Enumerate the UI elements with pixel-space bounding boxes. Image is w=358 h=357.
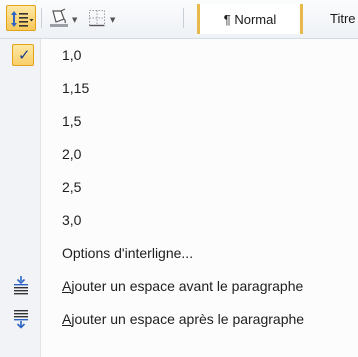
menu-item-label: Ajouter un espace après le paragraphe	[62, 311, 304, 327]
line-spacing-icon	[11, 11, 34, 27]
menu-item-label: 3,0	[62, 212, 82, 228]
menu-item-label-rest: jouter un espace après le paragraphe	[71, 311, 305, 327]
menu-item-add-space-before[interactable]: Ajouter un espace avant le paragraphe	[0, 272, 358, 300]
paint-bucket-icon	[50, 8, 68, 27]
accelerator-key: A	[62, 278, 72, 294]
menu-item-spacing-2-5[interactable]: 2,5	[0, 173, 358, 201]
toolbar-separator	[183, 8, 184, 28]
chevron-down-icon: ▼	[72, 16, 78, 24]
shading-button[interactable]: ▼	[46, 6, 82, 30]
menu-item-label: 1,5	[62, 113, 82, 129]
toolbar-separator	[41, 8, 42, 28]
space-before-icon	[14, 276, 28, 295]
menu-item-add-space-after[interactable]: Ajouter un espace après le paragraphe	[0, 305, 358, 333]
style-normal-label: ¶ Normal	[223, 11, 277, 27]
space-after-icon	[14, 310, 28, 329]
accelerator-key: A	[62, 311, 72, 327]
line-spacing-button[interactable]	[6, 5, 36, 31]
menu-item-label: Ajouter un espace avant le paragraphe	[62, 278, 303, 294]
menu-item-spacing-1-0[interactable]: ✓ 1,0	[0, 41, 358, 69]
menu-item-label: 1,15	[62, 80, 90, 96]
ribbon-toolbar: ▼ ▼ ¶ Normal Titre	[0, 0, 358, 38]
menu-item-label: 2,0	[62, 146, 82, 162]
chevron-down-icon: ▼	[110, 16, 116, 24]
borders-button[interactable]: ▼	[86, 6, 126, 30]
menu-item-spacing-2-0[interactable]: 2,0	[0, 140, 358, 168]
menu-item-line-spacing-options[interactable]: Options d'interligne...	[0, 239, 358, 267]
check-icon: ✓	[12, 44, 34, 66]
menu-item-label: 1,0	[62, 47, 82, 63]
borders-icon	[89, 10, 105, 27]
menu-item-spacing-1-15[interactable]: 1,15	[0, 74, 358, 102]
menu-item-spacing-1-5[interactable]: 1,5	[0, 107, 358, 135]
style-title-button[interactable]: Titre	[330, 11, 356, 26]
style-normal-button[interactable]: ¶ Normal	[197, 4, 303, 34]
menu-item-spacing-3-0[interactable]: 3,0	[0, 206, 358, 234]
menu-item-label-rest: jouter un espace avant le paragraphe	[71, 278, 304, 294]
menu-item-label: 2,5	[62, 179, 82, 195]
menu-item-label: Options d'interligne...	[62, 245, 194, 261]
line-spacing-menu: ✓ 1,0 1,15 1,5 2,0 2,5 3,0 Options d'int…	[0, 38, 358, 357]
